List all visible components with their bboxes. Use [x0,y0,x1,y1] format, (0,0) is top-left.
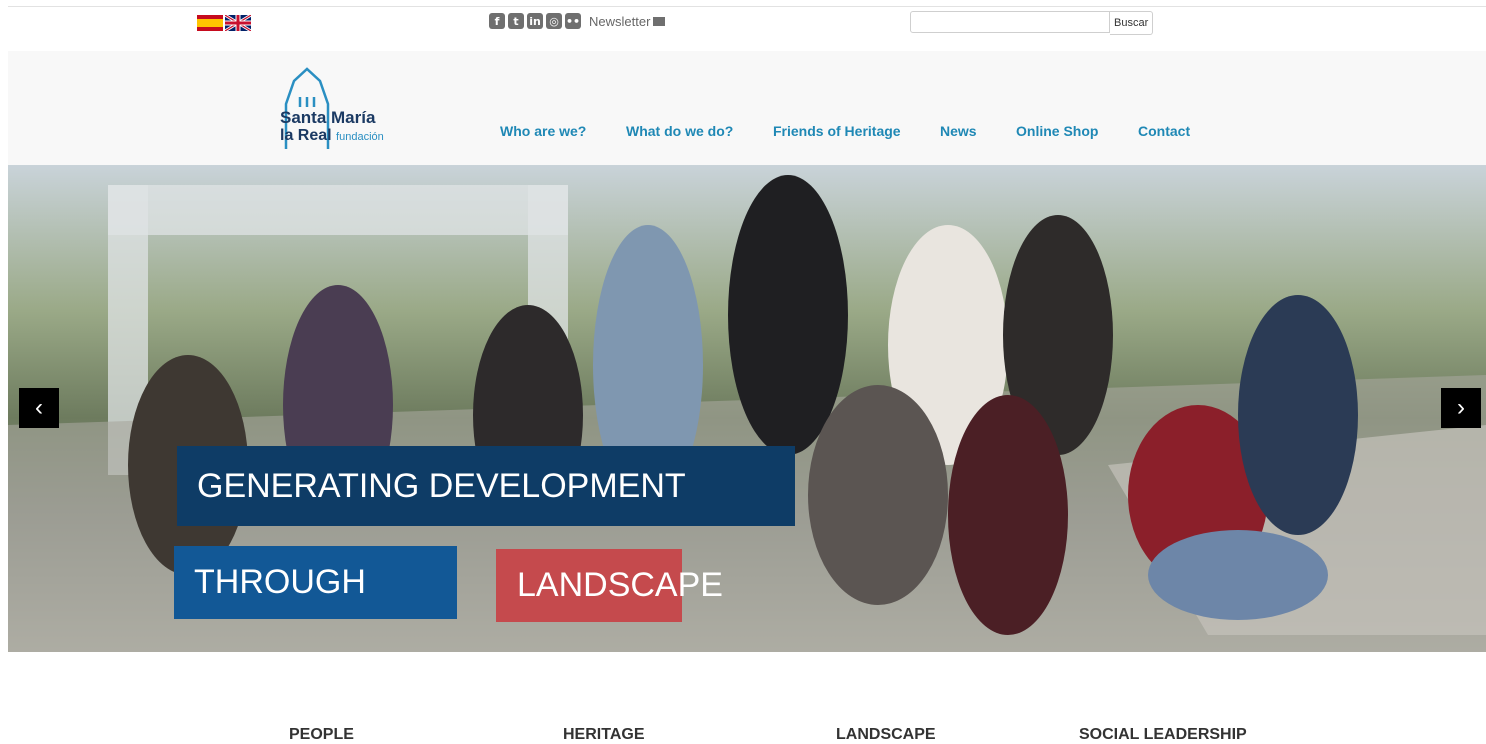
social-links: f t in ◎ •• Newsletter [489,13,666,29]
spanish-flag-icon[interactable] [197,15,223,31]
pillar-heritage[interactable]: HERITAGE [563,726,644,744]
language-switcher [197,15,251,31]
nav-who-are-we[interactable]: Who are we? [500,123,586,139]
uk-flag-icon[interactable] [225,15,251,31]
twitter-icon[interactable]: t [508,13,524,29]
nav-friends-of-heritage[interactable]: Friends of Heritage [773,123,901,139]
logo-line2: la Real [280,127,332,144]
carousel-prev-button[interactable]: ‹ [19,388,59,428]
site-header [8,51,1486,165]
search-input[interactable] [910,11,1110,33]
search-button[interactable]: Buscar [1110,11,1154,35]
newsletter-label[interactable]: Newsletter [589,14,650,29]
linkedin-icon[interactable]: in [527,13,543,29]
nav-contact[interactable]: Contact [1138,123,1190,139]
pillar-landscape[interactable]: LANDSCAPE [836,726,936,744]
nav-online-shop[interactable]: Online Shop [1016,123,1098,139]
flickr-icon[interactable]: •• [565,13,581,29]
instagram-icon[interactable]: ◎ [546,13,562,29]
nav-news[interactable]: News [940,123,977,139]
logo-name[interactable]: Santa María [280,108,375,128]
nav-what-do-we-do[interactable]: What do we do? [626,123,733,139]
top-bar: f t in ◎ •• Newsletter Buscar [8,6,1486,52]
facebook-icon[interactable]: f [489,13,505,29]
logo-fundacion: fundación [336,131,384,143]
search-form: Buscar [910,11,1154,35]
hero-caption-line1: GENERATING DEVELOPMENT [177,446,795,526]
envelope-icon [653,16,666,26]
newsletter-link[interactable]: Newsletter [589,14,666,29]
logo-subname[interactable]: la Real fundación [280,127,384,145]
hero-caption-line2: THROUGH [174,546,457,619]
hero-caption-line3: LANDSCAPE [496,549,723,622]
pillar-people[interactable]: PEOPLE [289,726,354,744]
carousel-next-button[interactable]: › [1441,388,1481,428]
hero-carousel[interactable]: ‹ › GENERATING DEVELOPMENT LANDSCAPE THR… [8,165,1486,652]
pillar-social-leadership[interactable]: SOCIAL LEADERSHIP [1079,726,1247,744]
